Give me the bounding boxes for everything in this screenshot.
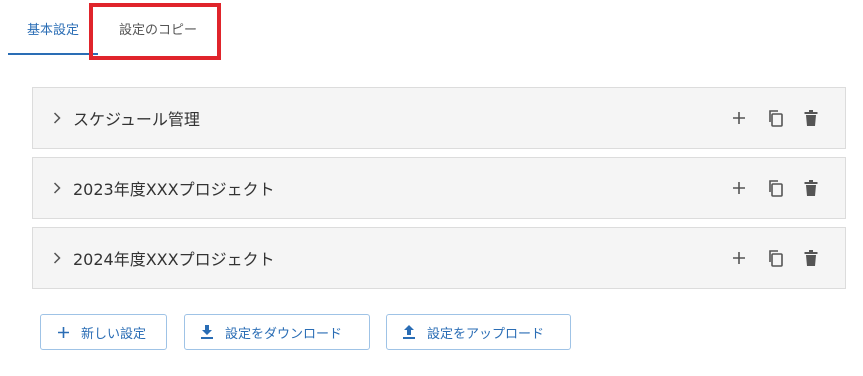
- settings-panel[interactable]: 2023年度XXXプロジェクト: [32, 157, 846, 219]
- plus-icon[interactable]: [728, 177, 750, 199]
- tab-label: 設定のコピー: [118, 22, 197, 38]
- trash-icon[interactable]: [800, 247, 822, 269]
- trash-icon[interactable]: [800, 107, 822, 129]
- button-label: 新しい設定: [81, 326, 147, 342]
- chevron-right-icon[interactable]: [51, 181, 63, 195]
- plus-icon[interactable]: [728, 107, 750, 129]
- upload-icon: [401, 324, 417, 340]
- new-setting-button[interactable]: 新しい設定: [40, 314, 167, 350]
- tab-basic-settings[interactable]: 基本設定: [8, 0, 98, 56]
- copy-icon[interactable]: [764, 107, 786, 129]
- tab-label: 基本設定: [26, 22, 79, 38]
- button-label: 設定をダウンロード: [225, 326, 343, 342]
- copy-icon[interactable]: [764, 247, 786, 269]
- tab-copy-settings[interactable]: 設定のコピー: [98, 0, 218, 56]
- settings-panel[interactable]: 2024年度XXXプロジェクト: [32, 227, 846, 289]
- button-label: 設定をアップロード: [427, 326, 545, 342]
- tab-bar: 基本設定 設定のコピー: [0, 0, 863, 60]
- chevron-right-icon[interactable]: [51, 111, 63, 125]
- plus-icon: [55, 324, 71, 340]
- plus-icon[interactable]: [728, 247, 750, 269]
- settings-panel[interactable]: スケジュール管理: [32, 87, 846, 149]
- upload-settings-button[interactable]: 設定をアップロード: [386, 314, 571, 350]
- download-settings-button[interactable]: 設定をダウンロード: [184, 314, 370, 350]
- copy-icon[interactable]: [764, 177, 786, 199]
- panel-title: 2023年度XXXプロジェクト: [73, 180, 275, 199]
- panel-title: スケジュール管理: [73, 110, 200, 129]
- active-tab-indicator: [8, 53, 98, 55]
- panel-title: 2024年度XXXプロジェクト: [73, 250, 275, 269]
- chevron-right-icon[interactable]: [51, 251, 63, 265]
- trash-icon[interactable]: [800, 177, 822, 199]
- download-icon: [199, 324, 215, 340]
